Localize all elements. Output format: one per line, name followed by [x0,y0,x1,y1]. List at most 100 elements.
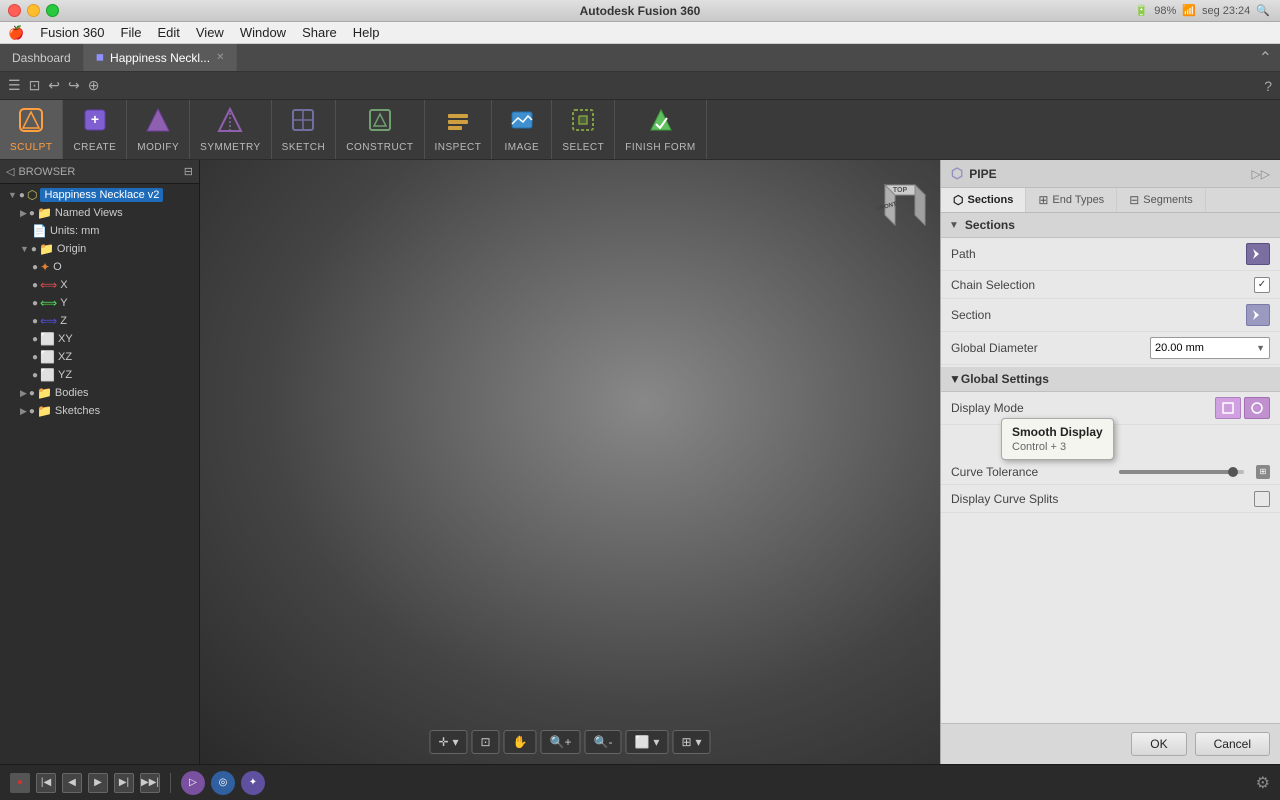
viewcube[interactable]: TOP FRONT [870,170,930,230]
tree-item-sketches[interactable]: ▶ ● 📁 Sketches [0,402,199,420]
minimize-button[interactable] [27,4,40,17]
curve-tol-expand-btn[interactable]: ⊞ [1256,465,1270,479]
display-mode-btn[interactable]: ⬜ ▾ [625,730,668,754]
pipe-header-icon: ⬡ [951,165,963,182]
tree-item-XZ[interactable]: ● ⬜ XZ [0,348,199,366]
toolbar-group-create[interactable]: + CREATE [63,100,127,159]
section-cursor-button[interactable] [1246,304,1270,326]
browser-menu-icon[interactable]: ⊟ [184,165,193,178]
display-mode-box-button[interactable] [1215,397,1241,419]
eye-named-views[interactable]: ● [29,208,35,219]
menu-window[interactable]: Window [240,25,286,40]
toolbar-group-image[interactable]: IMAGE [492,100,552,159]
chain-selection-checkbox[interactable]: ✓ [1254,277,1270,293]
path-select-button[interactable] [1246,243,1270,265]
display-curve-splits-checkbox[interactable]: □ [1254,491,1270,507]
tree-item-Z[interactable]: ● ⟺ Z [0,312,199,330]
first-frame-button[interactable]: |◀ [36,773,56,793]
motion-study-icon[interactable]: ▷ [181,771,205,795]
tree-item-X[interactable]: ● ⟺ X [0,276,199,294]
toolbar-group-modify[interactable]: MODIFY [127,100,190,159]
eye-X[interactable]: ● [32,280,38,291]
menu-view[interactable]: View [196,25,224,40]
slider-thumb[interactable] [1228,467,1238,477]
pipe-tab-end-types[interactable]: ⊞ End Types [1026,188,1117,212]
prev-frame-button[interactable]: ◀ [62,773,82,793]
curve-tolerance-slider[interactable] [1119,470,1245,474]
cancel-button[interactable]: Cancel [1195,732,1270,756]
search-icon[interactable]: 🔍 [1256,4,1270,17]
menu-apple[interactable]: 🍎 [8,25,24,41]
eye-XY[interactable]: ● [32,334,38,345]
tree-item-bodies[interactable]: ▶ ● 📁 Bodies [0,384,199,402]
camera-icon[interactable]: ◎ [211,771,235,795]
settings-icon[interactable]: ⚙ [1256,773,1270,793]
menu-edit[interactable]: Edit [157,25,179,40]
menu-help[interactable]: Help [353,25,380,40]
toolbar-group-finish-form[interactable]: FINISH FORM [615,100,707,159]
eye-O[interactable]: ● [32,262,38,273]
tree-item-units[interactable]: 📄 Units: mm [0,222,199,240]
eye-Z[interactable]: ● [32,316,38,327]
eye-root[interactable]: ● [19,190,25,201]
eye-bodies[interactable]: ● [29,388,35,399]
tree-item-Y[interactable]: ● ⟺ Y [0,294,199,312]
eye-origin[interactable]: ● [31,244,37,255]
undo-icon[interactable]: ↩ [48,77,60,94]
main-toolbar: SCULPT + CREATE MODIFY SYMMETRY [0,100,1280,160]
viewport-3d[interactable]: TOP FRONT ✛ ▾ ⊡ ✋ 🔍+ 🔍- ⬜ [200,160,940,764]
toolbar-group-select[interactable]: SELECT [552,100,615,159]
ok-button[interactable]: OK [1131,732,1186,756]
tree-item-origin[interactable]: ▼ ● 📁 Origin [0,240,199,258]
toolbar-group-symmetry[interactable]: SYMMETRY [190,100,272,159]
pan-btn[interactable]: ✋ [504,730,537,754]
close-button[interactable] [8,4,21,17]
tab-model-close[interactable]: ✕ [216,52,224,63]
eye-Y[interactable]: ● [32,298,38,309]
maximize-button[interactable] [46,4,59,17]
tree-label-sketches: Sketches [55,405,100,417]
pipe-tab-segments[interactable]: ⊟ Segments [1117,188,1206,212]
tree-item-named-views[interactable]: ▶ ● 📁 Named Views [0,204,199,222]
zoom-out-btn[interactable]: 🔍- [585,730,622,754]
last-frame-button[interactable]: ▶▶| [140,773,160,793]
tree-item-O[interactable]: ● ✦ O [0,258,199,276]
menu-share[interactable]: Share [302,25,337,40]
help-icon[interactable]: ? [1264,78,1272,94]
toolbar-group-construct[interactable]: CONSTRUCT [336,100,424,159]
tab-dashboard[interactable]: Dashboard [0,44,84,71]
next-frame-button[interactable]: ▶| [114,773,134,793]
redo-icon[interactable]: ↪ [68,77,80,94]
browser-collapse-icon[interactable]: ◁ [6,165,14,178]
toolbar-group-inspect[interactable]: INSPECT [425,100,493,159]
sections-section-header[interactable]: ▼ Sections [941,213,1280,238]
scene-icon[interactable]: ✦ [241,771,265,795]
menu-toggle-icon[interactable]: ☰ [8,77,21,94]
toolbar-group-sculpt[interactable]: SCULPT [0,100,63,159]
eye-sketches[interactable]: ● [29,406,35,417]
record-button[interactable]: ● [10,773,30,793]
fit-btn[interactable]: ⊡ [472,730,500,754]
zoom-in-btn[interactable]: 🔍+ [541,730,581,754]
grid-btn[interactable]: ⊞ ▾ [672,730,710,754]
eye-YZ[interactable]: ● [32,370,38,381]
display-mode-smooth-button[interactable] [1244,397,1270,419]
toolbar-group-sketch[interactable]: SKETCH [272,100,337,159]
pipe-expand-button[interactable]: ▷▷ [1252,167,1270,181]
pipe-tab-sections[interactable]: ⬡ Sections [941,188,1026,212]
eye-XZ[interactable]: ● [32,352,38,363]
play-button[interactable]: ▶ [88,773,108,793]
global-settings-header[interactable]: ▼ Global Settings [941,367,1280,392]
tree-item-YZ[interactable]: ● ⬜ YZ [0,366,199,384]
menu-file[interactable]: File [121,25,142,40]
tab-model[interactable]: ◼ Happiness Neckl... ✕ [84,44,238,71]
collapse-panel-icon[interactable]: ⌃ [1259,48,1272,68]
tree-item-root[interactable]: ▼ ● ⬡ Happiness Necklace v2 [0,186,199,204]
global-diameter-input[interactable]: 20.00 mm ▼ [1150,337,1270,359]
tree-item-XY[interactable]: ● ⬜ XY [0,330,199,348]
menu-fusion[interactable]: Fusion 360 [40,25,104,40]
snap-btn[interactable]: ✛ ▾ [429,730,467,754]
save-icon[interactable]: ⊡ [29,77,41,94]
share-icon[interactable]: ⊕ [88,77,100,94]
traffic-lights[interactable] [8,4,59,17]
